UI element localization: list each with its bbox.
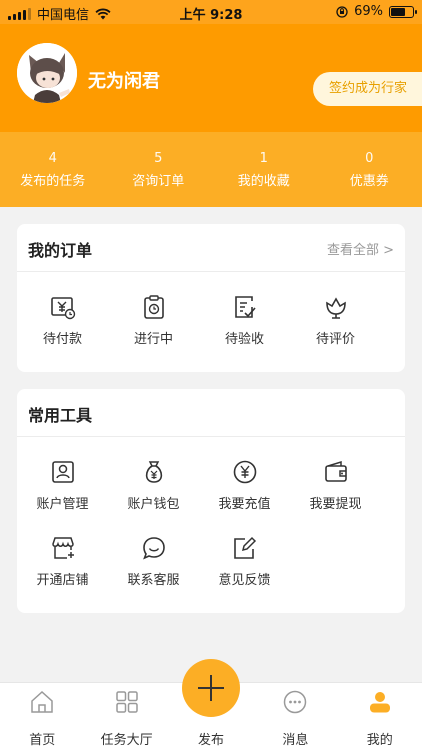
tool-label: 意见反馈 [218,573,271,588]
tool-label: 我要充值 [218,497,271,512]
order-label: 待付款 [42,332,82,347]
stat-count: 1 [259,151,268,166]
chat-icon [142,537,165,560]
plus-icon [198,675,224,701]
tab-mine[interactable]: 我的 [338,683,422,750]
order-awaiting-acceptance[interactable]: 待验收 [199,286,290,362]
account-icon [51,461,74,483]
wallet-icon [324,460,347,482]
tab-home[interactable]: 首页 [0,683,84,750]
stat-label: 发布的任务 [20,174,86,189]
tool-label: 联系客服 [127,573,180,588]
stats-bar: 4 发布的任务 5 咨询订单 1 我的收藏 0 优惠券 [0,132,422,207]
feedback-icon [233,536,256,559]
tab-label: 我的 [366,733,393,748]
stat-label: 优惠券 [349,174,389,189]
order-label: 待评价 [315,332,355,347]
store-icon [51,537,74,559]
tab-label: 任务大厅 [100,733,153,748]
orientation-lock-icon [336,5,348,18]
tools-card: 常用工具 账户管理 账户钱包 我要充值 我要提现 开通店铺 联系客服 意见反馈 [17,389,405,613]
stat-favorites[interactable]: 1 我的收藏 [211,132,317,207]
stat-label: 咨询订单 [132,174,185,189]
view-all-orders-link[interactable]: 查看全部 > [327,239,394,258]
tab-label: 消息 [282,733,309,748]
tool-label: 账户钱包 [127,497,180,512]
stat-coupons[interactable]: 0 优惠券 [317,132,422,207]
order-label: 进行中 [133,332,173,347]
sign-expert-button[interactable]: 签约成为行家 [312,72,422,106]
username: 无为闲君 [88,71,160,92]
tool-customer-service[interactable]: 联系客服 [108,527,199,603]
review-icon [325,297,346,319]
tool-feedback[interactable]: 意见反馈 [199,527,290,603]
tools-title: 常用工具 [28,406,93,425]
yen-circle-icon [233,460,256,484]
tab-task-hall[interactable]: 任务大厅 [84,683,168,750]
stat-published-tasks[interactable]: 4 发布的任务 [0,132,106,207]
profile-icon [369,692,390,713]
stat-label: 我的收藏 [237,174,290,189]
tab-label: 首页 [29,733,56,748]
in-progress-icon [143,295,164,319]
acceptance-icon [234,296,256,318]
battery-percent: 69% [354,4,383,19]
order-label: 待验收 [224,332,264,347]
tool-account-management[interactable]: 账户管理 [17,451,108,527]
tool-wallet[interactable]: 账户钱包 [108,451,199,527]
stat-count: 5 [154,151,163,166]
tool-label: 我要提现 [309,497,362,512]
stat-count: 0 [365,151,374,166]
money-bag-icon [145,461,162,483]
order-pending-payment[interactable]: 待付款 [17,286,108,362]
stat-count: 4 [48,151,57,166]
avatar-image [17,43,77,103]
stat-consult-orders[interactable]: 5 咨询订单 [106,132,212,207]
grid-icon [115,691,138,713]
avatar[interactable] [17,43,77,103]
home-icon [31,690,53,713]
orders-card: 我的订单 查看全部 > 待付款 进行中 待验收 待评价 [17,224,405,372]
publish-button[interactable] [182,659,240,717]
message-icon [284,690,307,714]
order-awaiting-review[interactable]: 待评价 [290,286,381,362]
profile-header: 无为闲君 签约成为行家 [0,24,422,132]
tab-messages[interactable]: 消息 [253,683,337,750]
payment-pending-icon [50,297,75,320]
tool-open-store[interactable]: 开通店铺 [17,527,108,603]
tool-withdraw[interactable]: 我要提现 [290,451,381,527]
tool-recharge[interactable]: 我要充值 [199,451,290,527]
battery-icon [389,5,417,18]
status-bar: 中国电信 上午 9:28 69% [0,0,422,24]
tool-label: 账户管理 [36,497,89,512]
tab-label: 发布 [197,733,224,748]
order-in-progress[interactable]: 进行中 [108,286,199,362]
orders-title: 我的订单 [28,241,93,260]
tool-label: 开通店铺 [36,573,89,588]
